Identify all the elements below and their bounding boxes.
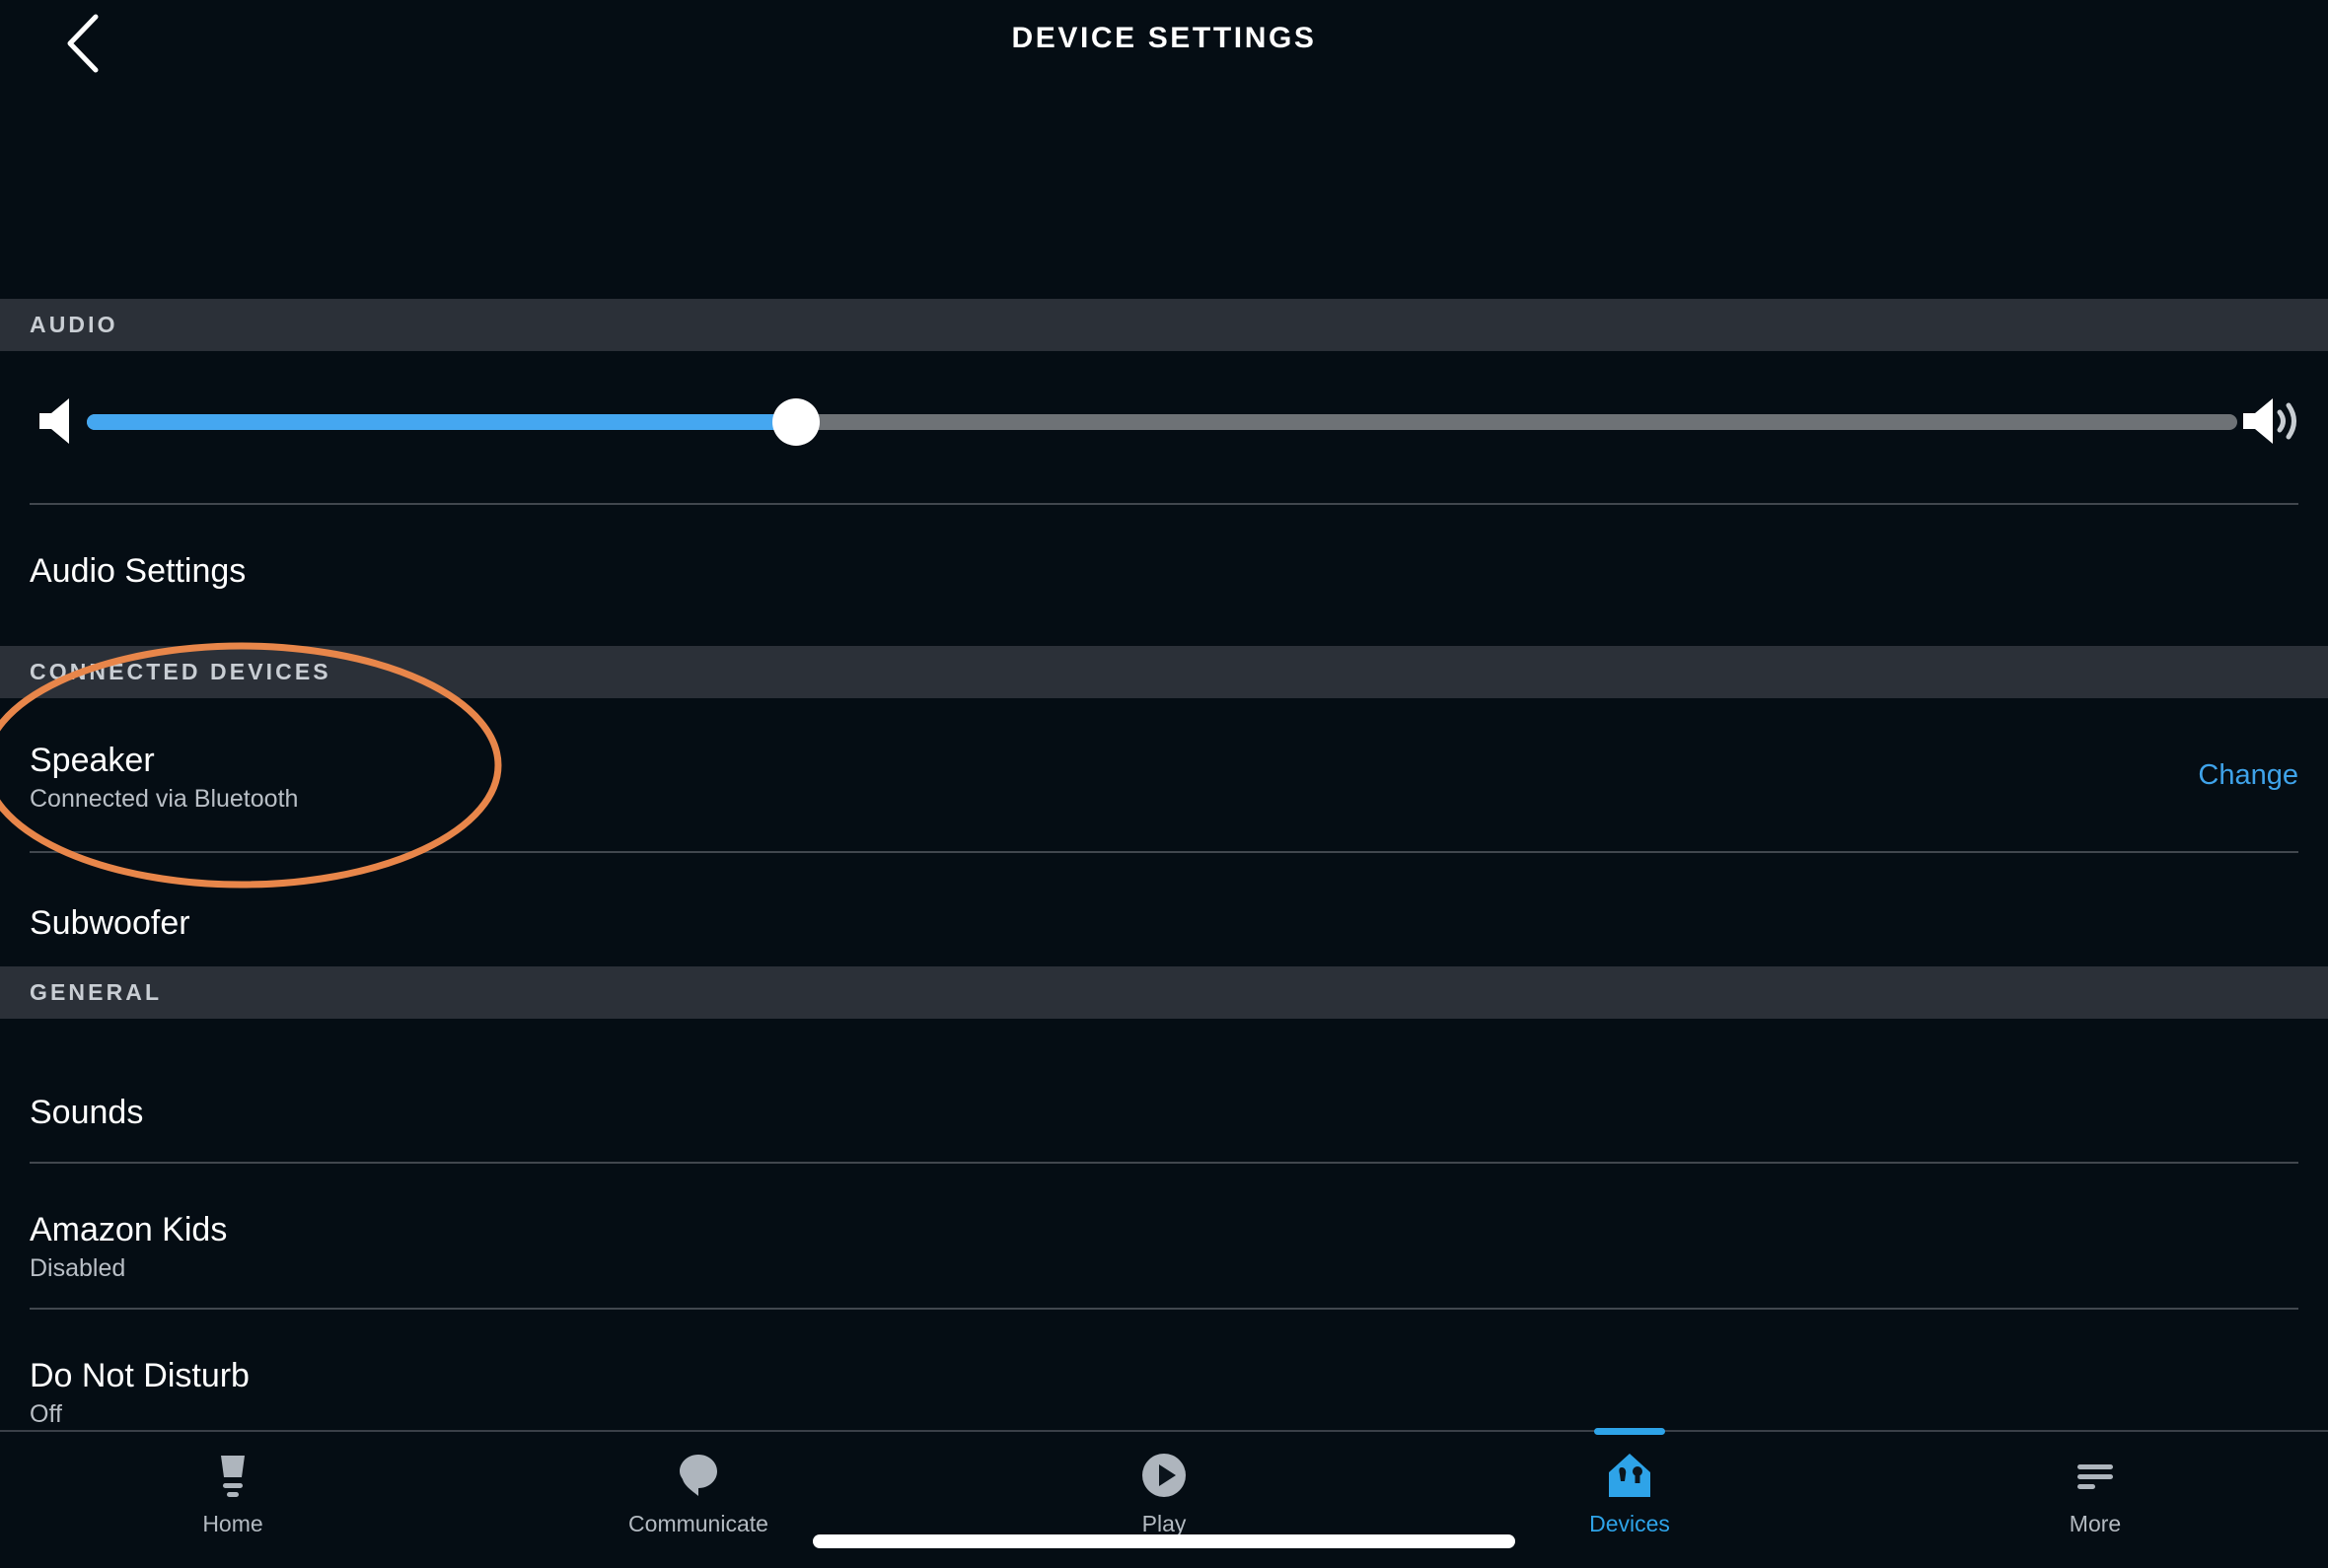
active-tab-indicator — [1594, 1428, 1665, 1435]
section-header-connected-devices: CONNECTED DEVICES — [0, 646, 2328, 698]
nav-item-play[interactable]: Play — [931, 1432, 1397, 1548]
divider — [30, 503, 2298, 505]
speaker-mute-icon[interactable] — [36, 394, 91, 448]
nav-item-devices-label: Devices — [1589, 1511, 1670, 1536]
row-speaker-subtitle: Connected via Bluetooth — [30, 785, 299, 813]
row-audio-settings[interactable]: Audio Settings — [0, 523, 2328, 641]
bottom-navigation-bar: Home Communicate Play Devices More — [0, 1428, 2328, 1568]
volume-control-row — [0, 355, 2328, 513]
nav-item-more-label: More — [2069, 1511, 2122, 1536]
nav-item-devices[interactable]: Devices — [1397, 1428, 1862, 1548]
nav-item-communicate[interactable]: Communicate — [466, 1432, 931, 1548]
section-header-connected-devices-label: CONNECTED DEVICES — [30, 659, 331, 684]
nav-item-more[interactable]: More — [1862, 1432, 2328, 1548]
volume-slider-thumb[interactable] — [772, 398, 821, 446]
speaker-wave-icon[interactable] — [2241, 394, 2304, 448]
hamburger-menu-icon — [2070, 1450, 2121, 1501]
page-title: DEVICE SETTINGS — [1011, 22, 1317, 54]
device-settings-screen: DEVICE SETTINGS AUDIO Audio Settings CON… — [0, 0, 2328, 1568]
section-header-general: GENERAL — [0, 966, 2328, 1019]
row-amazon-kids-title: Amazon Kids — [30, 1211, 228, 1248]
speech-bubble-icon — [673, 1450, 724, 1501]
volume-slider-fill — [87, 414, 797, 430]
row-subwoofer-title: Subwoofer — [30, 904, 190, 942]
home-indicator-bar[interactable] — [813, 1534, 1515, 1548]
row-do-not-disturb[interactable]: Do Not Disturb Off — [0, 1310, 2328, 1430]
section-header-general-label: GENERAL — [30, 979, 163, 1005]
row-subwoofer[interactable]: Subwoofer — [0, 853, 2328, 966]
nav-item-play-label: Play — [1141, 1511, 1187, 1536]
row-audio-settings-title: Audio Settings — [30, 552, 247, 590]
row-amazon-kids-subtitle: Disabled — [30, 1254, 126, 1282]
row-sounds[interactable]: Sounds — [0, 1019, 2328, 1162]
app-header: DEVICE SETTINGS — [0, 0, 2328, 85]
row-do-not-disturb-subtitle: Off — [30, 1400, 62, 1428]
row-do-not-disturb-title: Do Not Disturb — [30, 1357, 250, 1394]
play-circle-icon — [1138, 1450, 1190, 1501]
row-speaker[interactable]: Speaker Connected via Bluetooth Change — [0, 698, 2328, 851]
nav-item-home-label: Home — [202, 1511, 263, 1536]
section-header-audio: AUDIO — [0, 299, 2328, 351]
nav-item-home[interactable]: Home — [0, 1432, 466, 1548]
section-header-audio-label: AUDIO — [30, 312, 118, 337]
nav-item-communicate-label: Communicate — [628, 1511, 768, 1536]
volume-slider-track[interactable] — [87, 398, 2237, 446]
row-amazon-kids[interactable]: Amazon Kids Disabled — [0, 1164, 2328, 1308]
change-speaker-button[interactable]: Change — [2198, 759, 2298, 792]
echo-device-icon — [207, 1450, 258, 1501]
home-devices-icon — [1604, 1450, 1655, 1501]
row-sounds-title: Sounds — [30, 1094, 144, 1131]
row-speaker-title: Speaker — [30, 742, 155, 779]
